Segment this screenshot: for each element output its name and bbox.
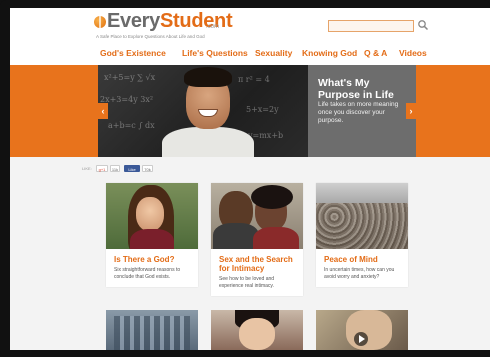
hero-text: Life takes on more meaning once you disc… bbox=[318, 101, 399, 124]
hero-caption-panel: What's My Purpose in Life Life takes on … bbox=[308, 65, 416, 157]
nav-item-gods-existence[interactable]: God's Existence bbox=[100, 48, 166, 58]
carousel-prev-button[interactable]: ‹ bbox=[98, 103, 108, 119]
article-card[interactable]: Sex and the Search for Intimacy See how … bbox=[211, 183, 303, 296]
card-description: See how to be loved and experience real … bbox=[219, 276, 275, 289]
card-description: In uncertain times, how can you avoid wo… bbox=[324, 267, 395, 280]
card-title[interactable]: Peace of Mind bbox=[316, 249, 408, 266]
site-tagline: A Safe Place to Explore Questions About … bbox=[96, 34, 205, 39]
carousel-next-button[interactable]: › bbox=[406, 103, 416, 119]
nav-item-sexuality[interactable]: Sexuality bbox=[255, 48, 292, 58]
card-image[interactable] bbox=[316, 183, 408, 249]
article-thumbnail[interactable] bbox=[106, 310, 198, 350]
share-label: LIKE: bbox=[82, 166, 92, 171]
card-image[interactable] bbox=[211, 183, 303, 249]
hero-banner: x²+5=y ∑ √x 2x+3=4y 3x² a+b=c ∫ dx π r² … bbox=[10, 65, 490, 157]
card-description: Six straightforward reasons to conclude … bbox=[114, 267, 181, 280]
card-title[interactable]: Sex and the Search for Intimacy bbox=[211, 249, 303, 275]
google-plus-count: 11k bbox=[110, 165, 120, 172]
facebook-like-count: 70k bbox=[142, 165, 153, 172]
nav-item-qa[interactable]: Q & A bbox=[364, 48, 387, 58]
play-icon[interactable] bbox=[354, 332, 368, 346]
google-plus-button[interactable]: g+1 bbox=[96, 165, 108, 172]
site-logo[interactable]: EveryStudent .com A Safe Place to Explor… bbox=[94, 10, 244, 44]
logo-suffix: .com bbox=[206, 24, 220, 30]
browser-viewport: EveryStudent .com A Safe Place to Explor… bbox=[10, 8, 490, 350]
nav-item-lifes-questions[interactable]: Life's Questions bbox=[182, 48, 248, 58]
article-card[interactable]: Is There a God? Six straightforward reas… bbox=[106, 183, 198, 287]
article-card[interactable]: Peace of Mind In uncertain times, how ca… bbox=[316, 183, 408, 287]
logo-highlight: Student bbox=[160, 10, 233, 32]
nav-item-videos[interactable]: Videos bbox=[399, 48, 427, 58]
hero-image[interactable]: x²+5=y ∑ √x 2x+3=4y 3x² a+b=c ∫ dx π r² … bbox=[98, 65, 308, 157]
logo-prefix: Every bbox=[107, 10, 160, 32]
device-frame: EveryStudent .com A Safe Place to Explor… bbox=[0, 0, 490, 357]
globe-icon bbox=[94, 16, 106, 28]
article-thumbnail[interactable] bbox=[316, 310, 408, 350]
facebook-like-button[interactable]: Like bbox=[124, 165, 140, 172]
hero-title[interactable]: What's My Purpose in Life bbox=[318, 77, 413, 101]
card-title[interactable]: Is There a God? bbox=[106, 249, 198, 266]
nav-item-knowing-god[interactable]: Knowing God bbox=[302, 48, 357, 58]
card-image[interactable] bbox=[106, 183, 198, 249]
search-input[interactable] bbox=[328, 20, 414, 32]
search-icon[interactable] bbox=[417, 19, 429, 31]
article-thumbnail[interactable] bbox=[211, 310, 303, 350]
